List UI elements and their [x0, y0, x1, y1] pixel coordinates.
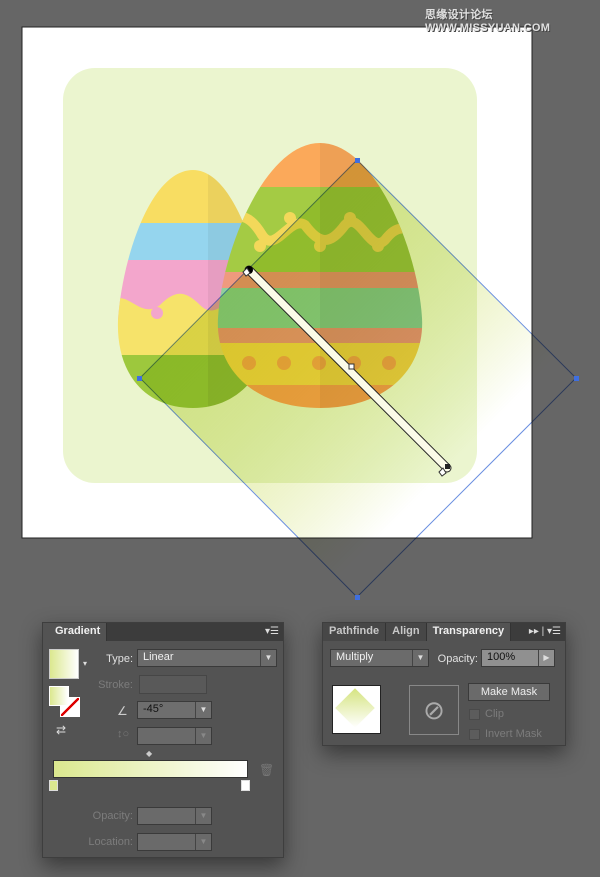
- stop-location-input[interactable]: ▼: [137, 833, 212, 851]
- invert-mask-checkbox[interactable]: [469, 729, 480, 740]
- menu-icon[interactable]: ▾☰: [265, 626, 279, 637]
- gradient-swatch[interactable]: [49, 649, 79, 679]
- object-thumbnail[interactable]: [332, 685, 381, 734]
- trash-icon[interactable]: 🗑: [259, 763, 274, 777]
- opacity-input[interactable]: 100% ▶: [481, 649, 555, 667]
- gradient-slider[interactable]: [53, 760, 248, 778]
- tab-gradient[interactable]: Gradient: [43, 623, 108, 641]
- stop-opacity-input[interactable]: ▼: [137, 807, 212, 825]
- stroke-options: [139, 675, 207, 694]
- chevron-right-icon[interactable]: ▶: [538, 650, 554, 666]
- blend-mode-select[interactable]: Multiply ▼: [330, 649, 429, 667]
- watermark: 思缘设计论坛 WWW.MISSYUAN.COM: [425, 9, 551, 34]
- midpoint-diamond[interactable]: ◆: [146, 749, 152, 758]
- angle-input[interactable]: -45° ▼: [137, 701, 212, 719]
- aspect-ratio-input[interactable]: ▼: [137, 727, 212, 745]
- color-stop-end[interactable]: [241, 780, 250, 791]
- type-select[interactable]: Linear ▼: [137, 649, 277, 667]
- make-mask-button[interactable]: Make Mask: [468, 683, 550, 701]
- gradient-panel: Gradient ▾☰ ▾ ⇄ Type: Linear ▼ Stroke: ∠ -…: [42, 622, 284, 858]
- tab-align[interactable]: Align: [386, 623, 427, 641]
- transparency-panel: Pathfinde Align Transparency ▸▸ | ▾☰ Mul…: [322, 622, 566, 746]
- mask-thumbnail[interactable]: ⊘: [409, 685, 459, 735]
- fill-swatch[interactable]: [49, 686, 69, 706]
- chevron-down-icon: ▼: [412, 650, 428, 666]
- tab-pathfinder[interactable]: Pathfinde: [323, 623, 387, 641]
- no-mask-icon: ⊘: [423, 695, 445, 725]
- chevron-down-icon[interactable]: ▼: [195, 702, 211, 718]
- menu-icon[interactable]: ▸▸ | ▾☰: [529, 626, 561, 637]
- tab-transparency[interactable]: Transparency: [426, 623, 512, 641]
- aspect-ratio-icon: ↕○: [117, 728, 130, 740]
- reverse-gradient-icon[interactable]: ⇄: [56, 723, 66, 737]
- color-stop-start[interactable]: [49, 780, 58, 791]
- angle-icon: ∠: [117, 704, 128, 718]
- clip-checkbox[interactable]: [469, 709, 480, 720]
- chevron-down-icon: ▼: [260, 650, 276, 666]
